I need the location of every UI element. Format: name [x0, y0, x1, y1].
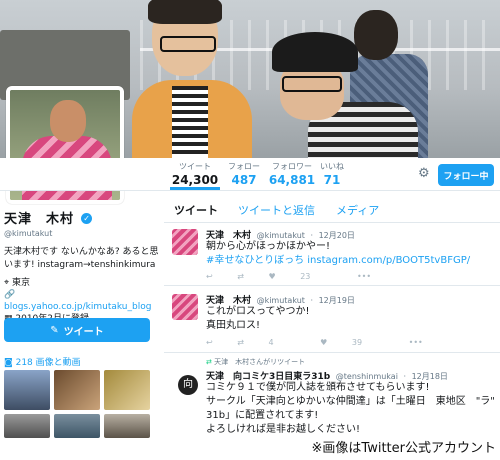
tweet-hashtag[interactable]: #幸せなひとりぼっち	[206, 255, 304, 266]
tweet-line: これがロスってやつか!	[206, 306, 310, 317]
tweet-actions: ↩ ⇄ ♥ 23 •••	[206, 272, 393, 281]
tweet-avatar[interactable]	[172, 294, 198, 320]
like-count: 23	[300, 272, 311, 281]
stat-following[interactable]: フォロー 487	[226, 161, 262, 187]
stat-likes[interactable]: いいね 71	[318, 161, 346, 187]
retweet-small-icon: ⇄	[206, 358, 215, 366]
link-icon: 🔗	[4, 290, 16, 300]
like-icon[interactable]: ♥	[320, 338, 327, 347]
profile-location: 東京	[11, 278, 30, 288]
media-thumb[interactable]	[54, 370, 100, 410]
person-left	[132, 0, 252, 158]
tweet-item[interactable]: 天津 木村 @kimutakut · 12月20日 朝から心がほっかほかやー! …	[164, 223, 500, 286]
person-right	[268, 32, 418, 158]
profile-card: 天津 木村 ✓ @kimutakut 天津木村です ないんかなあ? あると思いま…	[4, 208, 160, 325]
tweet-handle[interactable]: @kimutakut	[257, 231, 305, 240]
retweet-item[interactable]: ⇄ 天津 木村さんがリツイート 向 天津 向コミケ3日目東ラ31b @tensh…	[164, 353, 500, 438]
tweet-line: 朝から心がほっかほかやー!	[206, 241, 331, 252]
tweet-date[interactable]: 12月19日	[319, 296, 355, 305]
tweet-link[interactable]: instagram.com/p/BOOT5tvBFGP/	[307, 255, 470, 266]
stat-tweets[interactable]: ツイート 24,300	[170, 161, 220, 190]
tweet-date[interactable]: 12月20日	[319, 231, 355, 240]
image-credit: ※画像はTwitter公式アカウント	[0, 438, 500, 460]
stat-label: ツイート	[179, 162, 211, 171]
retweet-by-text: 天津 木村さんがリツイート	[214, 358, 306, 366]
tweet-handle[interactable]: @kimutakut	[257, 296, 305, 305]
gear-icon[interactable]: ⚙	[418, 166, 430, 181]
media-thumb[interactable]	[104, 370, 150, 410]
more-icon[interactable]: •••	[409, 338, 423, 347]
stat-label: いいね	[320, 162, 344, 171]
retweet-icon[interactable]: ⇄	[237, 338, 244, 347]
like-count: 39	[351, 338, 363, 347]
tweet-avatar-icon[interactable]: 向	[178, 375, 198, 395]
tab-tweets[interactable]: ツイート	[174, 202, 218, 218]
media-count: 218 画像と動画	[15, 358, 81, 368]
tweet-line: 真田丸ロス!	[206, 320, 261, 331]
retweet-label: ⇄ 天津 木村さんがリツイート	[206, 357, 305, 367]
tweet-text: 朝から心がほっかほかやー! #幸せなひとりぼっち instagram.com/p…	[206, 240, 496, 268]
stat-label: フォロー	[228, 162, 260, 171]
media-link[interactable]: ◙ 218 画像と動画	[4, 355, 81, 368]
media-thumb[interactable]	[4, 414, 50, 438]
stat-value: 487	[231, 173, 257, 187]
tweet-date[interactable]: 12月18日	[412, 372, 448, 381]
stat-value: 71	[323, 173, 341, 187]
quill-icon: ✎	[50, 324, 59, 336]
camera-icon: ◙	[4, 358, 16, 368]
tweet-line: よろしければ是非お越しください!	[206, 424, 361, 435]
tweet-text: これがロスってやつか! 真田丸ロス!	[206, 305, 496, 333]
profile-website[interactable]: blogs.yahoo.co.jp/kimutaku_blog	[4, 302, 151, 312]
compose-tweet-button[interactable]: ✎ ツイート	[4, 318, 150, 342]
stat-value: 64,881	[268, 173, 316, 187]
tweet-actions: ↩ ⇄ 4 ♥ 39 •••	[206, 338, 445, 347]
tweet-text: コミケ９１で僕が同人誌を頒布させてもらいます! サークル「天津向とゆかいな仲間達…	[206, 381, 500, 437]
profile-name: 天津 木村	[4, 212, 75, 227]
location-icon: ⌖	[4, 278, 12, 288]
timeline-tabs: ツイート ツイートと返信 メディア	[164, 198, 500, 223]
media-thumb[interactable]	[104, 414, 150, 438]
tweet-handle[interactable]: @tenshinmukai	[336, 372, 398, 381]
media-thumb[interactable]	[54, 414, 100, 438]
tab-tweets-and-replies[interactable]: ツイートと返信	[238, 202, 315, 218]
retweet-icon[interactable]: ⇄	[237, 272, 244, 281]
like-icon[interactable]: ♥	[269, 272, 276, 281]
profile-bio: 天津木村です ないんかなあ? あると思います! instagram→tenshi…	[4, 247, 159, 270]
more-icon[interactable]: •••	[357, 272, 371, 281]
profile-handle[interactable]: @kimutakut	[4, 229, 160, 238]
reply-icon[interactable]: ↩	[206, 338, 213, 347]
retweet-count: 4	[268, 338, 274, 347]
tweet-item[interactable]: 天津 木村 @kimutakut · 12月19日 これがロスってやつか! 真田…	[164, 286, 500, 353]
stat-label: フォロワー	[272, 162, 312, 171]
tab-media[interactable]: メディア	[336, 202, 379, 218]
tweet-line: サークル「天津向とゆかいな仲間達」は「土曜日 東地区 "ラ" 31b」に配置され…	[206, 396, 500, 421]
media-thumb[interactable]	[4, 370, 50, 410]
stat-value: 24,300	[171, 173, 219, 187]
tweet-avatar[interactable]	[172, 229, 198, 255]
stat-followers[interactable]: フォロワー 64,881	[268, 161, 316, 187]
reply-icon[interactable]: ↩	[206, 272, 213, 281]
following-button[interactable]: フォロー中	[438, 164, 494, 186]
compose-tweet-label: ツイート	[63, 326, 104, 338]
tweet-line: コミケ９１で僕が同人誌を頒布させてもらいます!	[206, 382, 430, 393]
verified-badge-icon: ✓	[81, 213, 93, 224]
